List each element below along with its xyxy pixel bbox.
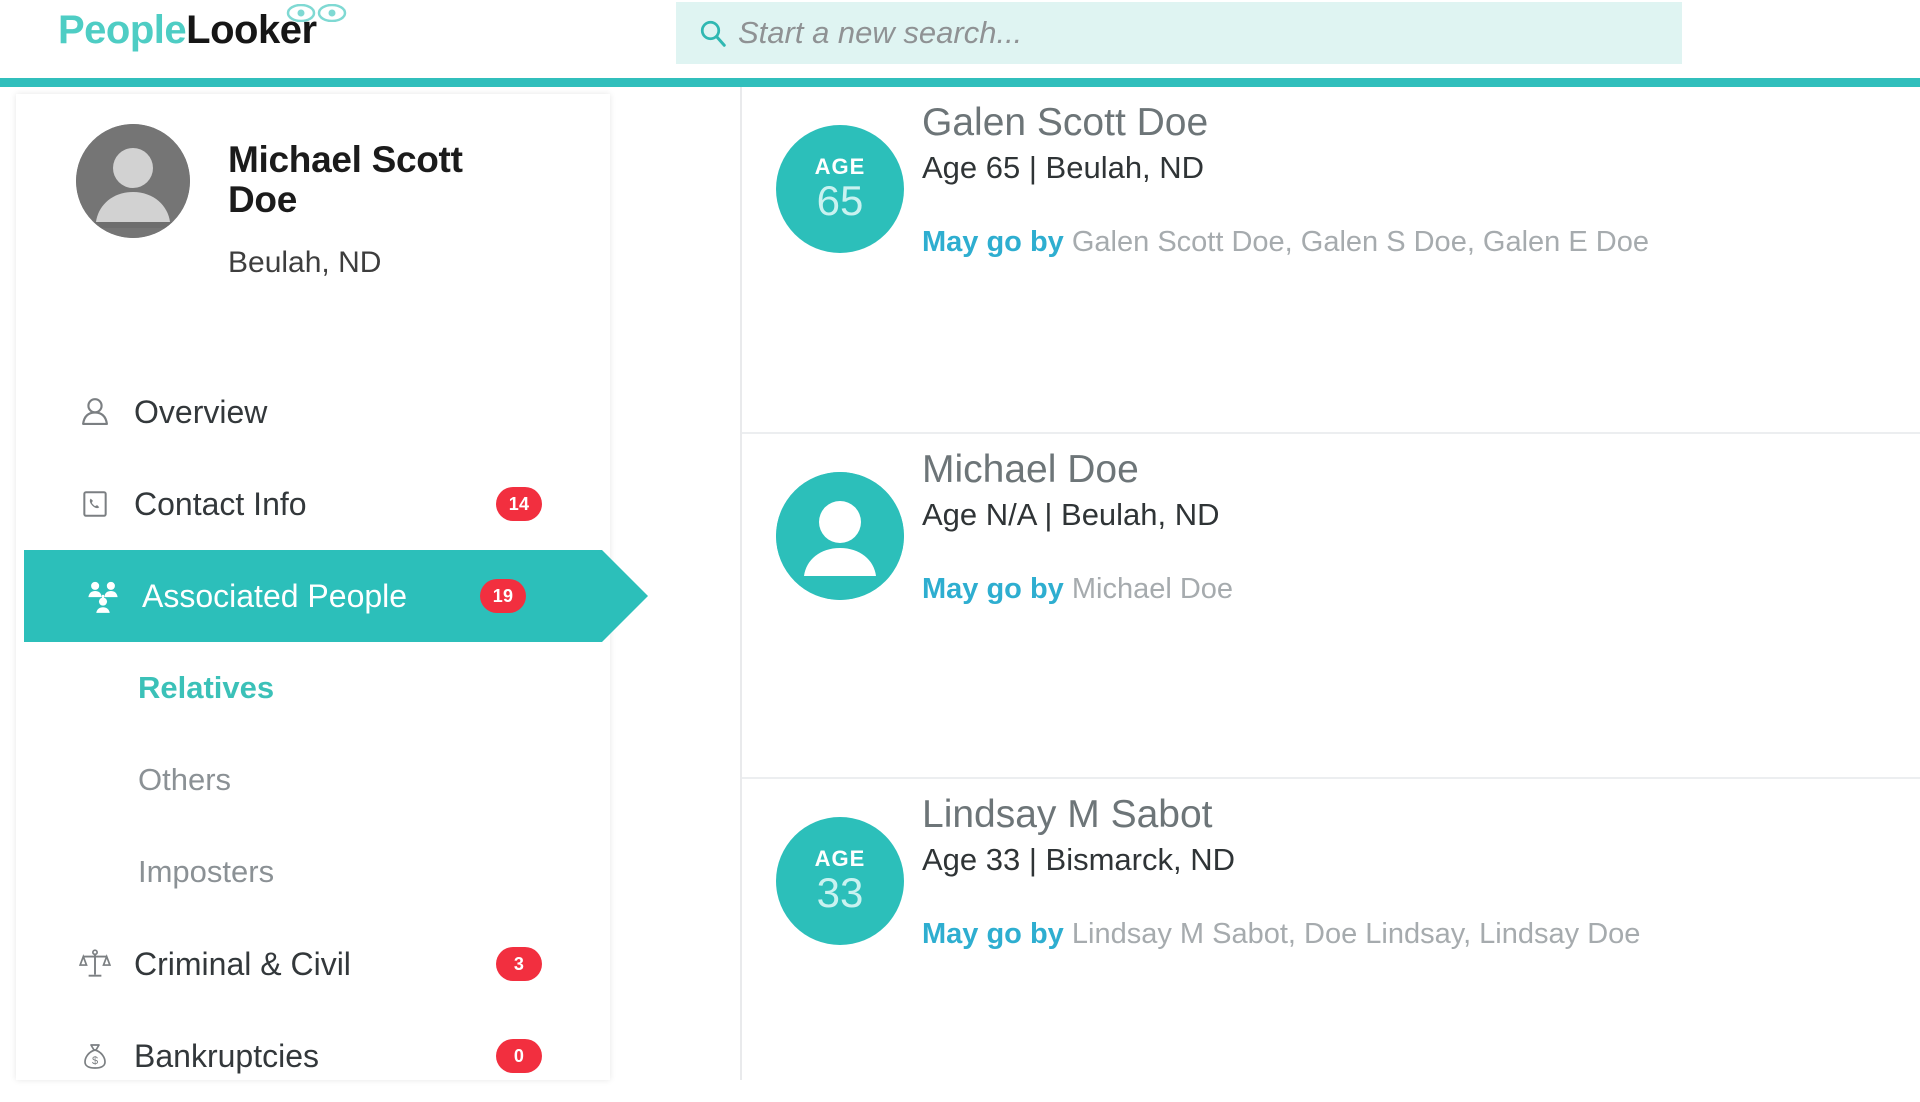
app-header: PeopleLooker: [0, 0, 1920, 78]
svg-text:$: $: [92, 1055, 98, 1067]
search-bar[interactable]: [676, 2, 1682, 64]
sidebar-nav: Overview Contact Info 14 Associated Peop…: [16, 366, 648, 1102]
result-body: Galen Scott Doe Age 65 | Beulah, ND May …: [922, 101, 1902, 259]
sidebar-item-contact-info[interactable]: Contact Info 14: [16, 458, 610, 550]
result-aka: May go by Lindsay M Sabot, Doe Lindsay, …: [922, 918, 1902, 951]
age-value: 33: [816, 869, 864, 916]
profile-location: Beulah, ND: [228, 246, 382, 279]
sidebar-item-bankruptcies[interactable]: $ Bankruptcies 0: [16, 1010, 610, 1102]
avatar: [76, 124, 190, 238]
aka-names: Michael Doe: [1071, 572, 1234, 605]
search-icon: [700, 20, 726, 47]
sidebar-item-label: Contact Info: [134, 485, 307, 522]
status-badge: 19: [480, 579, 526, 613]
list-item[interactable]: Michael Doe Age N/A | Beulah, ND May go …: [742, 432, 1920, 777]
sidebar-subitem-relatives[interactable]: Relatives: [16, 642, 610, 734]
aka-label: May go by: [922, 225, 1064, 258]
sidebar-item-label: Criminal & Civil: [134, 945, 351, 982]
person-silhouette-icon: [776, 472, 904, 600]
money-bag-icon: $: [74, 1035, 116, 1077]
result-aka: May go by Galen Scott Doe, Galen S Doe, …: [922, 226, 1902, 259]
result-meta: Age 33 | Bismarck, ND: [922, 841, 1235, 877]
result-aka: May go by Michael Doe: [922, 573, 1902, 606]
sidebar-subitem-label: Others: [138, 762, 232, 797]
age-avatar: AGE 65: [776, 125, 904, 253]
aka-names: Galen Scott Doe, Galen S Doe, Galen E Do…: [1071, 225, 1649, 258]
age-value: 65: [816, 177, 864, 224]
result-name[interactable]: Michael Doe: [922, 448, 1902, 493]
list-item[interactable]: AGE 65 Galen Scott Doe Age 65 | Beulah, …: [742, 87, 1920, 432]
header-accent-rule: [0, 78, 1920, 87]
aka-names: Lindsay M Sabot, Doe Lindsay, Lindsay Do…: [1071, 917, 1641, 950]
sidebar-subitem-others[interactable]: Others: [16, 734, 610, 826]
status-badge: 0: [496, 1039, 542, 1073]
search-input[interactable]: [728, 15, 1682, 51]
age-label: AGE: [814, 154, 866, 179]
status-badge: 3: [496, 947, 542, 981]
phone-card-icon: [74, 483, 116, 525]
person-avatar-icon: [76, 124, 190, 238]
page-title: Michael Scott Doe: [228, 139, 463, 220]
person-avatar: [776, 472, 904, 600]
list-item[interactable]: AGE 33 Lindsay M Sabot Age 33 | Bismarck…: [742, 777, 1920, 1080]
age-avatar: AGE 33: [776, 817, 904, 945]
sidebar-item-label: Associated People: [142, 577, 408, 614]
result-meta: Age 65 | Beulah, ND: [922, 149, 1205, 185]
sidebar-item-label: Bankruptcies: [134, 1037, 319, 1074]
sidebar-item-associated-people[interactable]: Associated People 19: [24, 550, 648, 642]
logo-text-people: People: [58, 8, 187, 52]
age-label: AGE: [814, 846, 866, 871]
sidebar-subitem-label: Imposters: [138, 854, 275, 889]
person-outline-icon: [74, 391, 116, 433]
result-name[interactable]: Lindsay M Sabot: [922, 793, 1902, 838]
result-body: Lindsay M Sabot Age 33 | Bismarck, ND Ma…: [922, 793, 1902, 951]
people-group-icon: [82, 575, 124, 617]
sidebar-subitem-imposters[interactable]: Imposters: [16, 826, 610, 918]
result-meta: Age N/A | Beulah, ND: [922, 496, 1220, 532]
sidebar-subitem-label: Relatives: [138, 670, 275, 705]
sidebar-item-label: Overview: [134, 393, 268, 430]
sidebar-item-overview[interactable]: Overview: [16, 366, 610, 458]
scales-icon: [74, 943, 116, 985]
status-badge: 14: [496, 487, 542, 521]
profile-card: Michael Scott Doe Beulah, ND: [76, 124, 596, 314]
app-logo[interactable]: PeopleLooker: [58, 8, 317, 53]
results-list: AGE 65 Galen Scott Doe Age 65 | Beulah, …: [742, 87, 1920, 1080]
logo-eyes-icon: [286, 4, 347, 22]
result-body: Michael Doe Age N/A | Beulah, ND May go …: [922, 448, 1902, 606]
result-name[interactable]: Galen Scott Doe: [922, 101, 1902, 146]
sidebar-item-criminal-civil[interactable]: Criminal & Civil 3: [16, 918, 610, 1010]
aka-label: May go by: [922, 572, 1064, 605]
aka-label: May go by: [922, 917, 1064, 950]
sidebar: Michael Scott Doe Beulah, ND Overview Co…: [16, 94, 648, 1080]
